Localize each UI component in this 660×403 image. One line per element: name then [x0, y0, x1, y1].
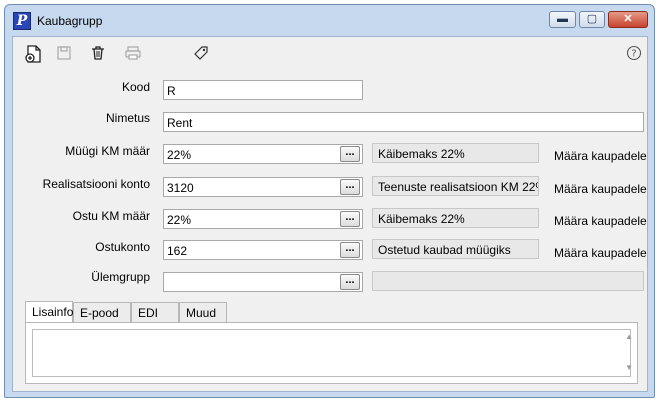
ostukonto-description: Ostetud kaubad müügiks — [372, 239, 539, 259]
tab-lisainfo[interactable]: Lisainfo — [25, 301, 73, 323]
maximize-button[interactable]: ▢ — [579, 11, 605, 28]
scroll-up-icon[interactable]: ▲ — [625, 332, 633, 341]
svg-text:?: ? — [631, 49, 636, 60]
app-logo-icon: P — [13, 12, 31, 30]
muugi-km-description: Käibemaks 22% — [372, 143, 539, 163]
ostukonto-label: Ostukonto — [95, 240, 150, 254]
application-window: P Kaubagrupp ▬ ▢ ✕ ? Kood R Nimetus Rent — [4, 4, 655, 398]
tab-e-pood[interactable]: E-pood — [73, 302, 131, 322]
ulemgrupp-lookup-button[interactable]: ... — [340, 274, 360, 290]
ulemgrupp-input[interactable] — [163, 272, 363, 292]
realisatsiooni-konto-description: Teenuste realisatsioon KM 22% — [372, 176, 539, 196]
tab-muud[interactable]: Muud — [179, 302, 227, 322]
ostu-km-description: Käibemaks 22% — [372, 208, 539, 228]
realisatsiooni-konto-apply-link[interactable]: Määra kaupadele — [554, 182, 647, 196]
help-icon[interactable]: ? — [624, 45, 644, 65]
lisainfo-panel: ▲ ▼ — [25, 322, 638, 384]
ulemgrupp-label: Ülemgrupp — [91, 270, 150, 284]
tag-icon[interactable] — [191, 45, 211, 65]
lisainfo-textarea[interactable] — [32, 329, 631, 377]
kood-label: Kood — [121, 80, 150, 94]
realisatsiooni-konto-label: Realisatsiooni konto — [42, 177, 150, 191]
ostu-km-apply-link[interactable]: Määra kaupadele — [554, 214, 647, 228]
ostukonto-input[interactable]: 162 — [163, 240, 363, 260]
tab-edi[interactable]: EDI — [131, 302, 179, 322]
scroll-down-icon[interactable]: ▼ — [625, 363, 633, 372]
muugi-km-lookup-button[interactable]: ... — [340, 146, 360, 162]
nimetus-input[interactable]: Rent — [163, 112, 644, 132]
ulemgrupp-description — [372, 271, 644, 291]
trash-icon[interactable] — [88, 45, 108, 65]
print-icon[interactable] — [123, 45, 143, 65]
ostukonto-lookup-button[interactable]: ... — [340, 242, 360, 258]
nimetus-label: Nimetus — [105, 111, 150, 125]
ostu-km-lookup-button[interactable]: ... — [340, 211, 360, 227]
realisatsiooni-konto-lookup-button[interactable]: ... — [340, 179, 360, 195]
save-icon[interactable] — [54, 45, 74, 65]
title-bar[interactable]: P Kaubagrupp ▬ ▢ ✕ — [5, 5, 654, 35]
form-client-area: ? Kood R Nimetus Rent Müügi KM määr 22% … — [12, 36, 648, 392]
new-document-icon[interactable] — [24, 45, 44, 65]
window-title: Kaubagrupp — [37, 14, 103, 28]
ostu-km-label: Ostu KM määr — [72, 209, 150, 223]
muugi-km-apply-link[interactable]: Määra kaupadele — [554, 149, 647, 163]
ostu-km-input[interactable]: 22% — [163, 209, 363, 229]
ostukonto-apply-link[interactable]: Määra kaupadele — [554, 246, 647, 260]
minimize-button[interactable]: ▬ — [549, 11, 576, 28]
muugi-km-label: Müügi KM määr — [65, 144, 150, 158]
kood-input[interactable]: R — [163, 80, 363, 100]
muugi-km-input[interactable]: 22% — [163, 144, 363, 164]
close-button[interactable]: ✕ — [608, 11, 648, 28]
realisatsiooni-konto-input[interactable]: 3120 — [163, 177, 363, 197]
